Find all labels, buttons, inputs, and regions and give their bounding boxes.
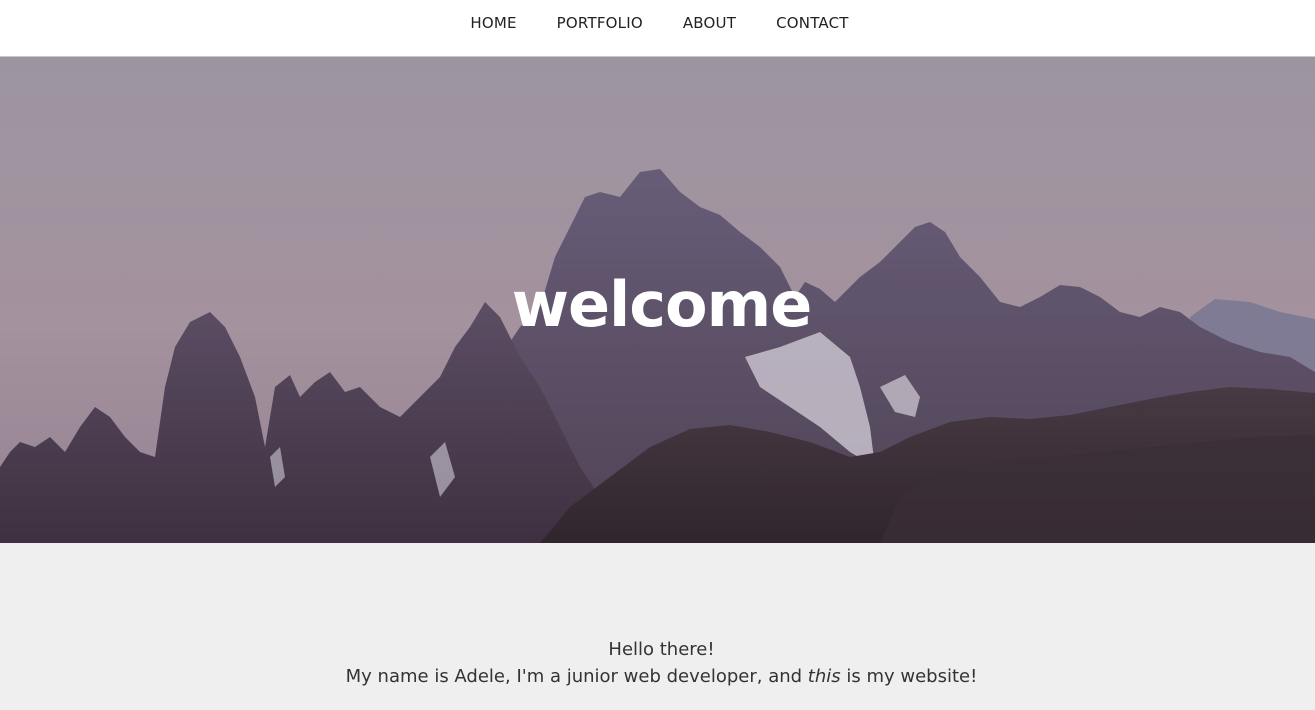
intro-greeting: Hello there! bbox=[608, 639, 715, 660]
hero-title: welcome bbox=[511, 268, 813, 341]
top-navbar: HOME PORTFOLIO ABOUT CONTACT bbox=[0, 0, 1315, 57]
nav-link-home[interactable]: HOME bbox=[450, 14, 536, 32]
intro-section: Hello there! My name is Adele, I'm a jun… bbox=[0, 543, 1315, 710]
intro-description: My name is Adele, I'm a junior web devel… bbox=[4, 666, 1315, 687]
nav-link-contact[interactable]: CONTACT bbox=[756, 14, 869, 32]
nav-menu: HOME PORTFOLIO ABOUT CONTACT bbox=[450, 14, 868, 32]
intro-desc-before: My name is Adele, I'm a junior web devel… bbox=[345, 666, 808, 687]
intro-desc-emphasis: this bbox=[807, 666, 841, 687]
nav-link-portfolio[interactable]: PORTFOLIO bbox=[537, 14, 663, 32]
nav-link-about[interactable]: ABOUT bbox=[663, 14, 756, 32]
intro-desc-after: is my website! bbox=[840, 666, 978, 687]
hero-banner: welcome bbox=[0, 57, 1315, 543]
